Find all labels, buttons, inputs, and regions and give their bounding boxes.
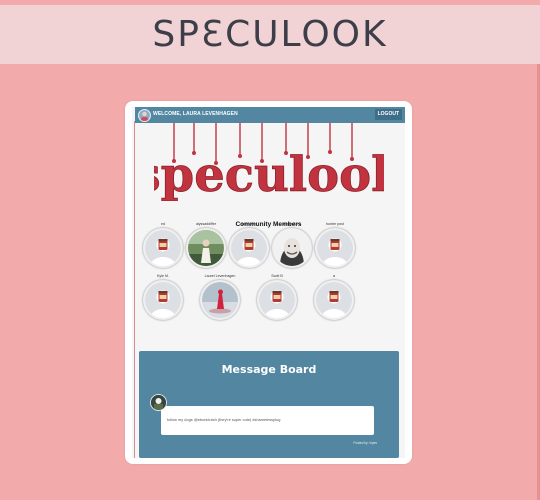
message-post-card[interactable]: follow my dogs @ebonidutch (they're supe… xyxy=(161,406,374,435)
member-name: samuelrn xyxy=(241,222,257,226)
member-avatar[interactable] xyxy=(229,228,269,268)
member-avatar[interactable] xyxy=(314,280,354,320)
page-title: SPƐCULOOK xyxy=(152,14,388,55)
message-board: Message Board follow my dogs @ebonidutch… xyxy=(139,351,399,458)
device-frame: WELCOME, LAURA LEVENHAGEN LOGOUT speculo… xyxy=(125,101,412,464)
member-card[interactable]: Laurel Levenhagen xyxy=(197,273,243,320)
logout-button[interactable]: LOGOUT xyxy=(374,109,402,120)
member-avatar[interactable] xyxy=(143,228,183,268)
member-card[interactable]: Kyle M. xyxy=(140,273,186,320)
member-card[interactable]: samuelrn xyxy=(226,221,272,268)
member-name: ed xyxy=(161,222,165,226)
top-nav-bar: WELCOME, LAURA LEVENHAGEN LOGOUT xyxy=(135,107,405,123)
member-card[interactable]: Scott B xyxy=(254,273,300,320)
member-avatar[interactable] xyxy=(272,228,312,268)
member-name: Laurel Levenhagen xyxy=(204,274,236,278)
post-meta: Posted by: nipes xyxy=(353,441,377,445)
member-card[interactable]: Emily Kern xyxy=(269,221,315,268)
user-avatar[interactable] xyxy=(138,109,151,122)
app-screen: WELCOME, LAURA LEVENHAGEN LOGOUT speculo… xyxy=(132,107,405,458)
member-card[interactable]: hunter post xyxy=(312,221,358,268)
post-author-avatar[interactable] xyxy=(150,394,167,411)
member-name: hunter post xyxy=(326,222,344,226)
member-card[interactable]: alyssaddiffer xyxy=(183,221,229,268)
page-banner: SPƐCULOOK xyxy=(0,5,540,64)
member-card[interactable]: ed xyxy=(140,221,186,268)
message-board-title: Message Board xyxy=(221,363,317,376)
welcome-text: WELCOME, LAURA LEVENHAGEN xyxy=(153,111,238,117)
member-avatar[interactable] xyxy=(315,228,355,268)
member-name: alyssaddiffer xyxy=(195,222,217,226)
post-text: follow my dogs @ebonidutch (they're supe… xyxy=(167,417,281,422)
member-name: Emily Kern xyxy=(283,222,301,226)
member-name: Kyle M. xyxy=(157,274,169,278)
member-name: Scott B xyxy=(271,274,283,278)
speculook-logo: speculook xyxy=(154,123,384,201)
member-name: a xyxy=(333,274,335,278)
svg-text:speculook: speculook xyxy=(154,147,384,201)
member-card[interactable]: a xyxy=(311,273,357,320)
member-avatar[interactable] xyxy=(257,280,297,320)
screen-edge-line xyxy=(134,121,135,458)
member-avatar[interactable] xyxy=(200,280,240,320)
member-avatar[interactable] xyxy=(186,228,226,268)
member-avatar[interactable] xyxy=(143,280,183,320)
